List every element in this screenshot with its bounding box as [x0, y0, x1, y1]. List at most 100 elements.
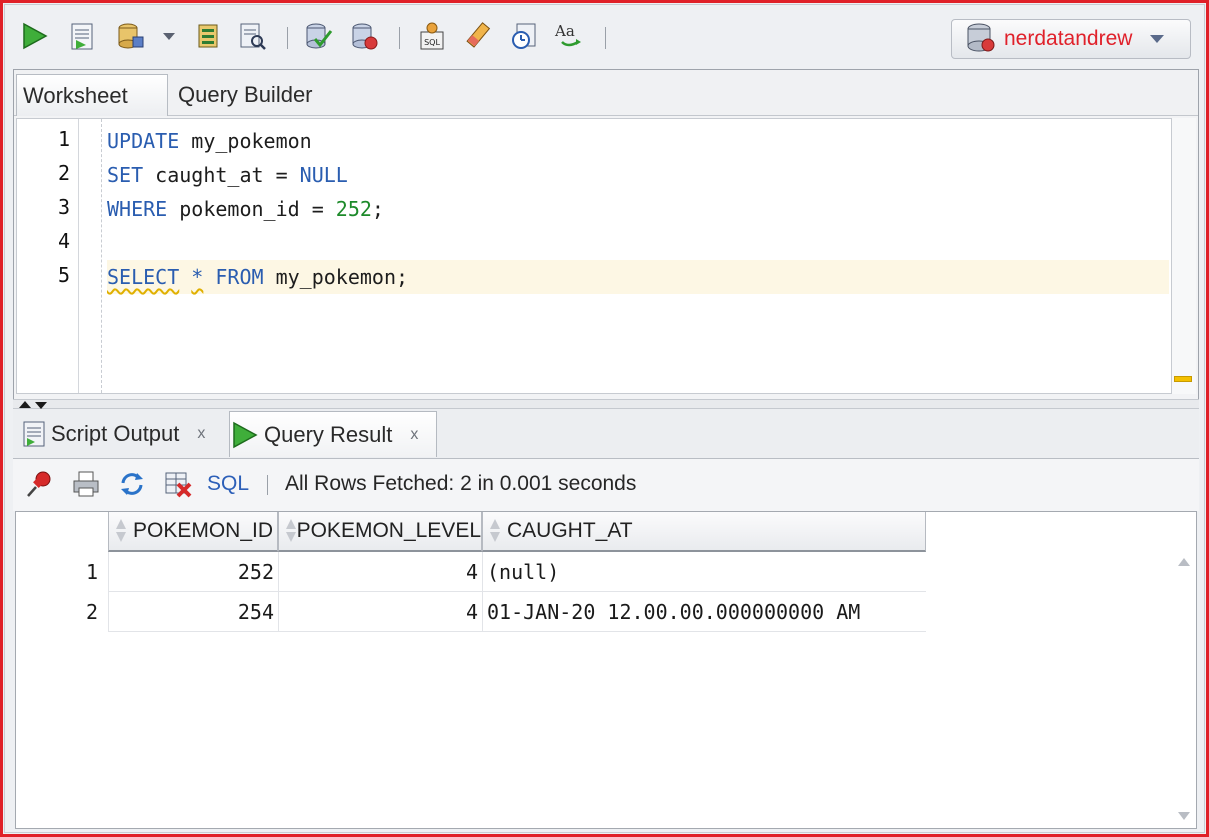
code-token: caught_at = — [143, 163, 300, 187]
script-output-icon — [21, 420, 47, 448]
code-line[interactable] — [107, 226, 1169, 260]
code-token: my_pokemon — [179, 129, 312, 153]
code-line[interactable]: SET caught_at = NULL — [107, 158, 1169, 192]
column-header[interactable]: CAUGHT_AT — [482, 512, 926, 552]
autotrace-icon[interactable] — [301, 19, 335, 53]
code-line[interactable]: WHERE pokemon_id = 252; — [107, 192, 1169, 226]
chevron-down-icon[interactable] — [1150, 35, 1165, 43]
code-token: * — [191, 265, 204, 289]
code-token: SET — [107, 163, 144, 187]
clock-icon[interactable] — [507, 19, 541, 53]
sql-link[interactable]: SQL — [207, 472, 249, 496]
line-number: 3 — [57, 195, 70, 219]
main-toolbar: SQL Aa nerdatandrew — [11, 13, 1201, 65]
column-header-label: POKEMON_ID — [133, 519, 274, 542]
panel-splitter[interactable] — [13, 399, 1199, 409]
clear-icon[interactable] — [461, 19, 495, 53]
svg-text:SQL: SQL — [424, 38, 440, 47]
run-icon — [230, 420, 260, 450]
code-token: SELECT — [107, 265, 180, 289]
cell-pokemon-level[interactable]: 4 — [278, 592, 482, 632]
close-icon[interactable]: x — [410, 426, 418, 444]
cell-pokemon-id[interactable]: 252 — [108, 552, 278, 592]
code-token: pokemon_id = — [167, 197, 336, 221]
line-number: 2 — [57, 161, 70, 185]
editor-tab-bar: Worksheet Query Builder — [14, 70, 1198, 116]
toolbar-separator — [399, 27, 400, 49]
tab-query-builder[interactable]: Query Builder — [178, 74, 313, 116]
sql-editor[interactable]: 1 2 3 4 5 UPDATE my_pokemon SET caught_a… — [16, 118, 1172, 394]
print-icon[interactable] — [69, 467, 103, 501]
table-row[interactable]: 1 252 4 (null) — [16, 552, 926, 592]
close-icon[interactable]: x — [197, 425, 205, 443]
row-number: 2 — [85, 600, 98, 624]
code-line[interactable]: UPDATE my_pokemon — [107, 124, 1169, 158]
line-number: 5 — [57, 263, 70, 287]
code-token: 252 — [335, 197, 372, 221]
scroll-up-icon[interactable] — [1178, 558, 1190, 566]
line-number-gutter: 1 2 3 4 5 — [17, 119, 79, 393]
table-row[interactable]: 2 254 4 01-JAN-20 12.00.00.000000000 AM — [16, 592, 926, 632]
pin-icon[interactable] — [23, 467, 57, 501]
tab-query-result[interactable]: Query Result x — [229, 411, 437, 457]
format-text-icon[interactable]: Aa — [553, 19, 587, 53]
code-token: FROM — [215, 265, 264, 289]
run-statement-icon[interactable] — [17, 19, 51, 53]
commit-icon[interactable] — [113, 19, 147, 53]
tab-script-output[interactable]: Script Output x — [21, 411, 227, 457]
code-line-current[interactable]: SELECT * FROM my_pokemon; — [107, 260, 1169, 294]
column-header-label: POKEMON_LEVEL — [296, 519, 481, 542]
editor-scrollbar[interactable] — [1172, 118, 1196, 394]
refresh-icon[interactable] — [115, 467, 149, 501]
code-token: UPDATE — [107, 129, 180, 153]
explain-plan-icon[interactable] — [235, 19, 269, 53]
fold-margin — [101, 119, 102, 393]
split-up-arrow-icon[interactable] — [19, 401, 31, 408]
sql-tuning-icon[interactable]: SQL — [415, 19, 449, 53]
code-token: WHERE — [107, 197, 168, 221]
split-down-arrow-icon[interactable] — [35, 402, 47, 409]
row-number-header — [16, 512, 108, 552]
sort-icon[interactable] — [487, 517, 503, 545]
code-token: NULL — [299, 163, 348, 187]
toolbar-separator — [287, 27, 288, 49]
column-header[interactable]: POKEMON_LEVEL — [278, 512, 482, 552]
output-tab-bar: Script Output x Query Result x — [13, 409, 1199, 459]
rollback-icon[interactable] — [191, 19, 225, 53]
code-token: my_pokemon; — [263, 265, 409, 289]
column-header-label: CAUGHT_AT — [507, 519, 633, 542]
clear-results-icon[interactable] — [161, 467, 195, 501]
run-script-icon[interactable] — [65, 19, 99, 53]
tab-worksheet[interactable]: Worksheet — [16, 74, 168, 116]
sort-icon[interactable] — [283, 517, 296, 545]
scroll-down-icon[interactable] — [1178, 812, 1190, 820]
cell-pokemon-level[interactable]: 4 — [278, 552, 482, 592]
line-number: 4 — [57, 229, 70, 253]
dropdown-caret-icon[interactable] — [163, 33, 175, 40]
cell-caught-at[interactable]: 01-JAN-20 12.00.00.000000000 AM — [482, 592, 926, 632]
toolbar-separator — [605, 27, 606, 49]
grid-scrollbar[interactable] — [1174, 552, 1194, 826]
row-number: 1 — [85, 560, 98, 584]
fetch-status-text: All Rows Fetched: 2 in 0.001 seconds — [285, 472, 637, 495]
connection-selector[interactable]: nerdatandrew — [951, 19, 1191, 59]
column-header[interactable]: POKEMON_ID — [108, 512, 278, 552]
cell-pokemon-id[interactable]: 254 — [108, 592, 278, 632]
cell-caught-at[interactable]: (null) — [482, 552, 926, 592]
sort-icon[interactable] — [113, 517, 129, 545]
svg-text:Aa: Aa — [554, 22, 575, 40]
worksheet-panel: Worksheet Query Builder 1 2 3 4 5 UPDATE… — [13, 69, 1199, 407]
sql-history-icon[interactable] — [347, 19, 381, 53]
warning-marker[interactable] — [1174, 376, 1192, 382]
tab-label: Query Result — [264, 421, 393, 447]
code-token: ; — [371, 197, 384, 221]
line-number: 1 — [57, 127, 70, 151]
toolbar-separator — [267, 475, 268, 495]
tab-label: Script Output — [51, 421, 180, 446]
grid-header: POKEMON_ID POKEMON_LEVEL CAUGHT_AT — [16, 512, 926, 552]
app-window: SQL Aa nerdatandrew Worksheet Query Buil… — [0, 0, 1209, 837]
connection-label: nerdatandrew — [1004, 27, 1133, 50]
result-toolbar: SQL All Rows Fetched: 2 in 0.001 seconds — [13, 459, 1199, 511]
